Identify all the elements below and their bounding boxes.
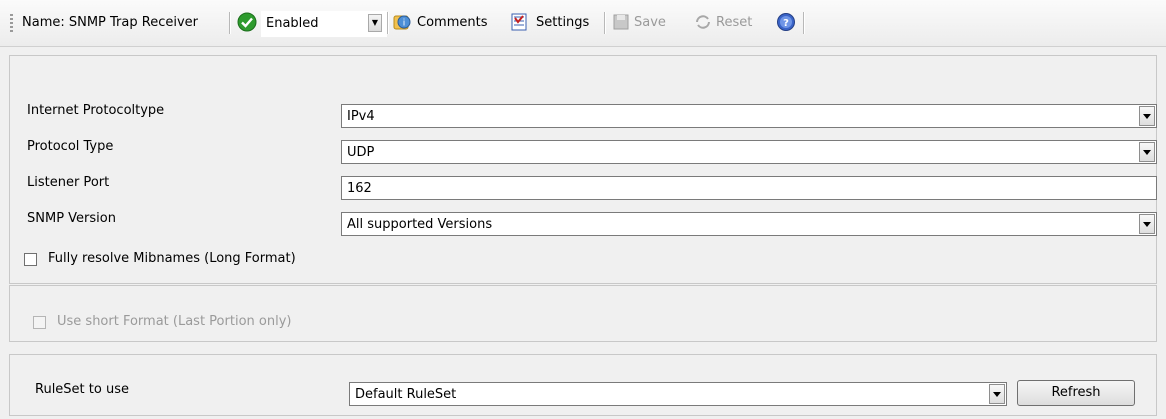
protocoltype-select[interactable]: IPv4	[341, 104, 1157, 128]
save-icon	[613, 14, 629, 30]
protocoltype-dropdown-button[interactable]	[1139, 106, 1155, 126]
protocoltype-label: Internet Protocoltype	[27, 103, 165, 118]
ruleset-dropdown-button[interactable]	[989, 384, 1005, 404]
protocoltype-value: IPv4	[347, 109, 375, 124]
comments-icon: i	[393, 15, 411, 30]
status-dropdown-button[interactable]: ▼	[368, 14, 382, 32]
status-value: Enabled	[266, 16, 319, 31]
reset-icon	[696, 15, 710, 29]
listener-port-input[interactable]: 162	[341, 176, 1157, 200]
ruleset-select[interactable]: Default RuleSet	[349, 382, 1007, 406]
snmp-version-select[interactable]: All supported Versions	[341, 212, 1157, 236]
enabled-check-icon	[237, 12, 257, 32]
short-format-label: Use short Format (Last Portion only)	[57, 314, 292, 329]
help-icon[interactable]: ?	[776, 12, 796, 32]
snmp-version-dropdown-button[interactable]	[1139, 214, 1155, 234]
save-button[interactable]: Save	[634, 15, 666, 30]
protocol-type-dropdown-button[interactable]	[1139, 142, 1155, 162]
listener-port-value: 162	[347, 181, 372, 196]
toolbar-separator	[387, 12, 388, 34]
resolve-mibnames-checkbox[interactable]	[24, 253, 37, 266]
ruleset-value: Default RuleSet	[355, 387, 457, 402]
ruleset-label: RuleSet to use	[35, 382, 129, 397]
resolve-mibnames-label: Fully resolve Mibnames (Long Format)	[48, 251, 296, 266]
toolbar-separator	[604, 12, 605, 34]
protocol-type-label: Protocol Type	[27, 139, 114, 154]
main-settings-panel	[9, 55, 1157, 284]
svg-text:i: i	[403, 19, 406, 29]
protocol-type-select[interactable]: UDP	[341, 140, 1157, 164]
settings-icon	[511, 13, 527, 31]
settings-button[interactable]: Settings	[536, 15, 589, 30]
snmp-version-value: All supported Versions	[347, 217, 493, 232]
comments-button[interactable]: Comments	[417, 15, 487, 30]
protocol-type-value: UDP	[347, 145, 375, 160]
listener-port-label: Listener Port	[27, 175, 110, 190]
toolbar-grip[interactable]	[10, 14, 13, 32]
toolbar-separator	[229, 12, 230, 34]
reset-button[interactable]: Reset	[716, 15, 752, 30]
name-label: Name: SNMP Trap Receiver	[22, 15, 198, 30]
snmp-version-label: SNMP Version	[27, 211, 116, 226]
toolbar: Name: SNMP Trap Receiver Enabled ▼ i Com…	[0, 0, 1166, 47]
toolbar-separator	[803, 12, 804, 34]
svg-text:?: ?	[783, 18, 789, 29]
refresh-button[interactable]: Refresh	[1017, 380, 1135, 406]
short-format-checkbox[interactable]	[33, 316, 46, 329]
